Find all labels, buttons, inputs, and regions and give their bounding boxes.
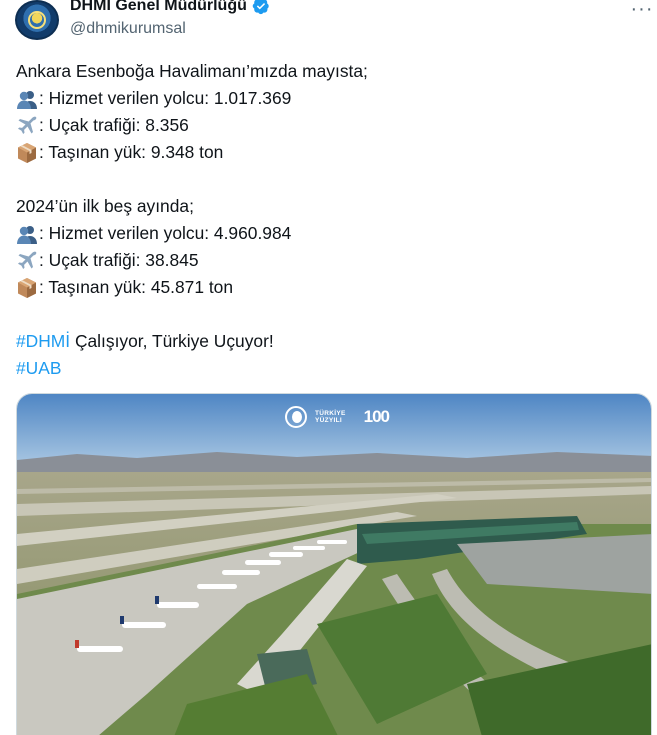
airplane-icon: [18, 251, 37, 269]
display-name[interactable]: DHMİ Genel Müdürlüğü: [70, 0, 247, 15]
package-icon: [18, 142, 36, 163]
tweet-text: Ankara Esenboğa Havalimanı’mızda mayısta…: [16, 58, 641, 382]
may-passengers-line: : Hizmet verilen yolcu: 1.017.369: [16, 85, 641, 112]
tweet-image[interactable]: TÜRKİYE YÜZYILI 100: [16, 393, 652, 735]
verified-badge-icon: [252, 0, 269, 15]
handle[interactable]: @dhmikurumsal: [70, 20, 186, 38]
airplane-icon: [18, 116, 37, 134]
dhmi-logo-icon: [28, 11, 46, 29]
ytd-passengers-line: : Hizmet verilen yolcu: 4.960.984: [16, 220, 641, 247]
avatar[interactable]: [15, 0, 59, 40]
tweet-header: DHMİ Genel Müdürlüğü @dhmikurumsal ···: [0, 0, 657, 48]
hashtag-line: #UAB: [16, 355, 641, 382]
crescent-logo-icon: [285, 406, 307, 428]
airport-aerial-photo: [17, 394, 651, 735]
may-aircraft-line: : Uçak trafiği: 8.356: [16, 112, 641, 139]
slogan-line: #DHMİ Çalışıyor, Türkiye Uçuyor!: [16, 328, 641, 355]
turkiye-yuzyili-logo: TÜRKİYE YÜZYILI 100: [285, 406, 390, 428]
ytd-aircraft-line: : Uçak trafiği: 38.845: [16, 247, 641, 274]
ytd-intro-line: 2024’ün ilk beş ayında;: [16, 196, 194, 216]
more-options-icon[interactable]: ···: [629, 0, 655, 20]
people-icon: [17, 225, 37, 244]
hashtag-dhmi-link[interactable]: #DHMİ: [16, 328, 70, 355]
may-cargo-line: : Taşınan yük: 9.348 ton: [16, 139, 641, 166]
intro-line: Ankara Esenboğa Havalimanı’mızda mayısta…: [16, 61, 368, 81]
display-name-row[interactable]: DHMİ Genel Müdürlüğü: [70, 0, 270, 15]
ytd-cargo-line: : Taşınan yük: 45.871 ton: [16, 274, 641, 301]
people-icon: [17, 90, 37, 109]
package-icon: [18, 277, 36, 298]
centennial-logo: 100: [363, 407, 390, 426]
hashtag-uab-link[interactable]: #UAB: [16, 355, 61, 382]
